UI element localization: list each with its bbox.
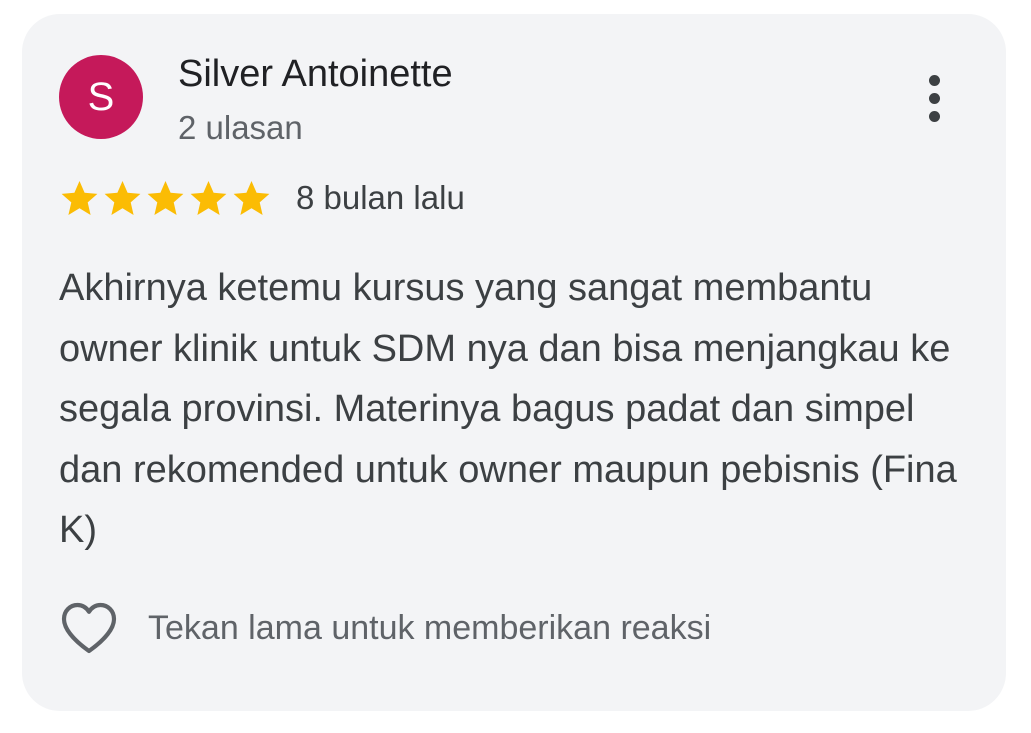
avatar[interactable]: S <box>59 55 143 139</box>
star-icon <box>187 177 230 220</box>
star-icon <box>58 177 101 220</box>
more-options-button[interactable] <box>910 66 958 130</box>
author-name[interactable]: Silver Antoinette <box>178 52 453 96</box>
star-icon <box>101 177 144 220</box>
review-date: 8 bulan lalu <box>296 179 465 216</box>
star-icon <box>144 177 187 220</box>
review-card: S Silver Antoinette 2 ulasan 8 bulan lal… <box>22 14 1006 711</box>
rating-row: 8 bulan lalu <box>58 176 465 220</box>
review-text: Akhirnya ketemu kursus yang sangat memba… <box>59 267 957 551</box>
reaction-hint: Tekan lama untuk memberikan reaksi <box>148 608 712 647</box>
star-rating <box>58 177 273 220</box>
star-icon <box>230 177 273 220</box>
more-vertical-icon <box>928 74 940 86</box>
author-review-count: 2 ulasan <box>178 109 303 146</box>
heart-icon[interactable] <box>58 600 120 656</box>
avatar-initial: S <box>87 74 115 119</box>
reaction-row: Tekan lama untuk memberikan reaksi <box>58 598 711 658</box>
